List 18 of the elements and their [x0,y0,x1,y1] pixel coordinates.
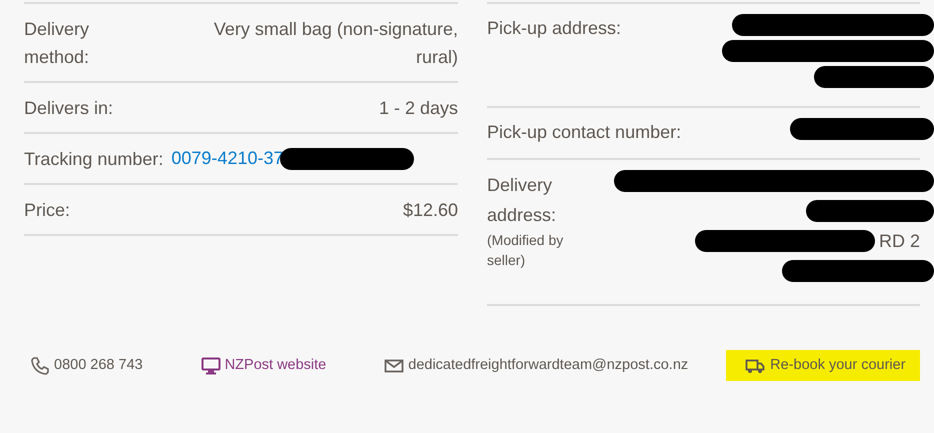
rebook-button[interactable]: Re-book your courier [726,350,920,381]
monitor-icon [200,356,221,376]
phone-link[interactable]: 0800 268 743 [30,354,143,376]
detail-label: Pick-up contact number: [487,121,682,144]
detail-value: 1 - 2 days [378,97,458,120]
detail-label: Tracking number: [24,148,164,171]
modified-note: (Modified by seller) [487,231,564,270]
detail-label: Delivers in: [24,97,114,120]
detail-label: Delivery address: [487,174,558,227]
detail-label: Price: [24,199,70,222]
detail-value: $12.60 [402,199,458,222]
detail-label: Delivery method: [24,18,90,69]
detail-label: Pick-up address: [487,17,622,40]
address-text: RD 2 [878,230,920,252]
email-link[interactable]: dedicatedfreightforwardteam@nzpost.co.nz [384,354,688,376]
phone-icon [30,356,50,376]
detail-value: Very small bag (non-signature, rural) [212,18,458,69]
website-link[interactable]: NZPost website [200,354,326,376]
